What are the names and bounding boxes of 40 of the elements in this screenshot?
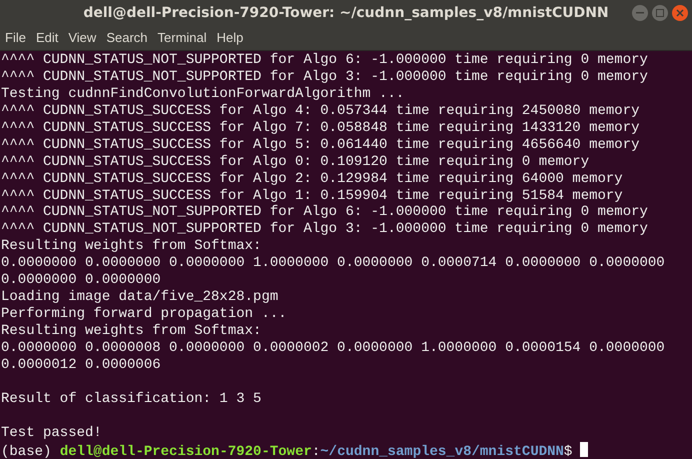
output-line: Result of classification: 1 3 5 <box>1 390 262 407</box>
output-line: ^^^^ CUDNN_STATUS_NOT_SUPPORTED for Algo 3: -1.000000 time requiring 0 memory <box>1 221 648 238</box>
output-line: 0.0000012 0.0000006 <box>1 356 161 373</box>
output-line: Performing forward propagation ... <box>1 306 287 322</box>
maximize-button[interactable] <box>652 5 668 21</box>
maximize-icon <box>656 9 664 17</box>
output-line: Test passed! <box>1 424 102 441</box>
menu-item[interactable]: Search <box>101 30 153 45</box>
minimize-button[interactable] <box>632 5 648 21</box>
output-line: ^^^^ CUDNN_STATUS_NOT_SUPPORTED for Algo 6: -1.000000 time requiring 0 memory <box>1 204 648 220</box>
output-line: 0.0000000 0.0000000 0.0000000 1.0000000 0.0000000 0.0000714 0.0000000 0.0000000 <box>1 255 665 272</box>
output-line: Loading image data/five_28x28.pgm <box>1 289 278 306</box>
close-icon <box>676 9 684 17</box>
minimize-icon <box>636 12 644 14</box>
menu-item[interactable]: View <box>63 30 102 45</box>
close-button[interactable] <box>672 5 688 21</box>
output-line: ^^^^ CUDNN_STATUS_SUCCESS for Algo 5: 0.061440 time requiring 4656640 memory <box>1 136 640 153</box>
output-line: ^^^^ CUDNN_STATUS_SUCCESS for Algo 1: 0.159904 time requiring 51584 memory <box>1 188 623 204</box>
prompt-user-host: dell@dell-Precision-7920-Tower <box>60 444 312 459</box>
text-cursor <box>580 442 588 457</box>
menu-item[interactable]: Edit <box>30 30 64 45</box>
output-line: ^^^^ CUDNN_STATUS_NOT_SUPPORTED for Algo 6: -1.000000 time requiring 0 memory <box>1 52 648 68</box>
conda-env-label: (base) <box>1 444 52 459</box>
output-line: 0.0000000 0.0000000 <box>1 272 161 288</box>
prompt-separator: : <box>312 444 320 459</box>
output-line: ^^^^ CUDNN_STATUS_SUCCESS for Algo 7: 0.058848 time requiring 1433120 memory <box>1 120 640 136</box>
output-line: ^^^^ CUDNN_STATUS_SUCCESS for Algo 0: 0.109120 time requiring 0 memory <box>1 154 590 170</box>
output-line: Resulting weights from Softmax: <box>1 238 262 254</box>
output-line: 0.0000000 0.0000008 0.0000000 0.0000002 0.0000000 1.0000000 0.0000154 0.0000000 <box>1 340 665 356</box>
output-line: Testing cudnnFindConvolutionForwardAlgorithm ... <box>1 86 404 102</box>
prompt-path: ~/cudnn_samples_v8/mnistCUDNN <box>320 444 564 459</box>
menu-item[interactable]: File <box>0 30 31 45</box>
prompt-symbol: $ <box>564 444 572 459</box>
output-line: Resulting weights from Softmax: <box>1 323 262 339</box>
output-line: ^^^^ CUDNN_STATUS_SUCCESS for Algo 2: 0.129984 time requiring 64000 memory <box>1 170 623 187</box>
output-line: ^^^^ CUDNN_STATUS_NOT_SUPPORTED for Algo 3: -1.000000 time requiring 0 memory <box>1 68 648 85</box>
window-title: dell@dell-Precision-7920-Tower: ~/cudnn_samples_v8/mnistCUDNN <box>83 4 609 20</box>
output-line: ^^^^ CUDNN_STATUS_SUCCESS for Algo 4: 0.057344 time requiring 2450080 memory <box>1 102 640 119</box>
menu-item[interactable]: Terminal <box>152 30 212 45</box>
menu-item[interactable]: Help <box>212 30 248 45</box>
